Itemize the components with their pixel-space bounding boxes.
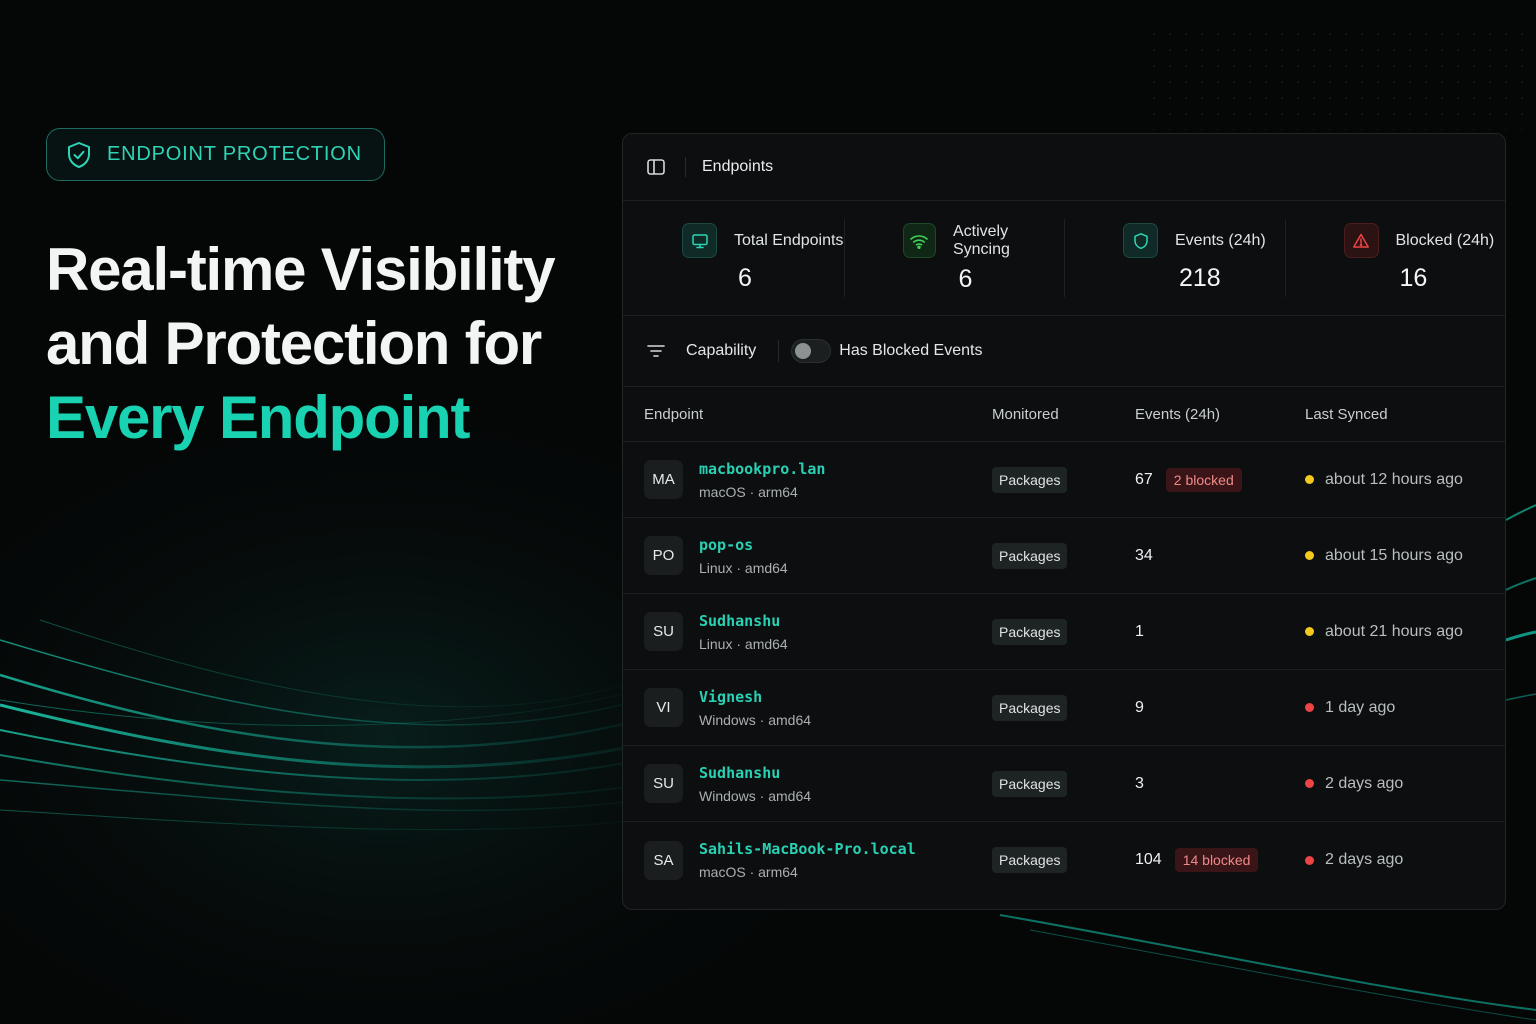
hero-section: ENDPOINT PROTECTION Real-time Visibility… [46,128,606,455]
blocked-badge: 14 blocked [1174,848,1259,872]
headline-line-3: Every Endpoint [46,384,470,451]
endpoints-panel: Endpoints Total Endpoints 6 Actively Syn… [622,133,1506,910]
sidebar-toggle-icon[interactable] [646,157,666,177]
has-blocked-events-label[interactable]: Has Blocked Events [839,342,982,360]
endpoint-platform: Windows · amd64 [699,787,812,804]
monitored-badge: Packages [992,770,1068,797]
stat-total-endpoints: Total Endpoints 6 [623,201,844,315]
status-dot [1305,703,1314,712]
status-dot [1305,475,1314,484]
last-synced-text: 2 days ago [1325,774,1404,792]
endpoint-protection-badge: ENDPOINT PROTECTION [46,128,385,181]
avatar: SU [644,764,683,803]
shield-icon [1123,223,1158,258]
headline-line-1: Real-time Visibility [46,236,556,303]
stat-label: Blocked (24h) [1395,231,1495,249]
table-row[interactable]: SA Sahils-MacBook-Pro.local macOS · arm6… [623,822,1505,898]
events-count: 9 [1135,698,1144,716]
badge-label: ENDPOINT PROTECTION [107,143,362,165]
monitored-badge: Packages [992,694,1068,721]
stats-bar: Total Endpoints 6 Actively Syncing 6 Eve… [623,201,1505,316]
endpoint-platform: Linux · amd64 [699,635,788,652]
events-count: 3 [1135,774,1144,792]
blocked-badge: 2 blocked [1165,467,1242,492]
column-header-last-synced[interactable]: Last Synced [1305,406,1505,423]
stat-value: 16 [1399,264,1428,292]
last-synced-text: about 21 hours ago [1325,622,1463,640]
endpoint-name-link[interactable]: Vignesh [699,688,811,706]
last-synced-text: 2 days ago [1325,851,1404,868]
table-row[interactable]: VI Vignesh Windows · amd64 Packages 9 1 … [623,670,1505,746]
avatar: PO [644,536,683,575]
endpoint-platform: Windows · amd64 [699,711,812,728]
stat-label: Actively Syncing [952,222,1010,258]
endpoint-name-link[interactable]: Sudhanshu [699,612,788,630]
header-divider [685,157,686,177]
endpoint-platform: macOS · arm64 [699,864,798,880]
shield-check-icon [65,141,93,169]
avatar: SA [644,840,683,880]
table-header: Endpoint Monitored Events (24h) Last Syn… [623,387,1505,442]
events-count: 1 [1135,622,1144,640]
status-dot [1305,779,1314,788]
table-row[interactable]: SU Sudhanshu Windows · amd64 Packages 3 … [623,746,1505,822]
monitor-icon [682,223,717,258]
stat-label: Total Endpoints [734,231,844,249]
wifi-icon [902,223,936,258]
endpoint-name-link[interactable]: macbookpro.lan [699,460,825,478]
endpoints-table-body: MA macbookpro.lan macOS · arm64 Packages… [623,442,1505,898]
table-row[interactable]: SU Sudhanshu Linux · amd64 Packages 1 ab… [623,594,1505,670]
has-blocked-events-toggle[interactable] [791,339,832,363]
filter-bar: Capability Has Blocked Events [623,316,1505,387]
events-count: 34 [1135,546,1153,564]
headline-line-2: and Protection for [46,310,542,377]
filter-divider [778,340,780,362]
last-synced-text: about 12 hours ago [1325,470,1463,488]
toggle-knob [795,343,812,359]
column-header-endpoint[interactable]: Endpoint [623,406,992,423]
alert-triangle-icon [1343,223,1379,258]
stat-value: 6 [738,264,752,292]
stat-label: Events (24h) [1175,231,1266,249]
avatar: MA [644,460,683,499]
endpoint-platform: macOS · arm64 [699,483,798,500]
monitored-badge: Packages [992,466,1068,493]
status-dot [1305,551,1314,560]
monitored-badge: Packages [992,618,1068,645]
events-count: 67 [1135,470,1153,488]
endpoint-name-link[interactable]: pop-os [699,536,788,554]
status-dot [1305,855,1314,865]
last-synced-text: 1 day ago [1325,698,1396,716]
avatar: SU [644,612,683,651]
last-synced-text: about 15 hours ago [1325,546,1463,564]
filter-icon[interactable] [646,341,666,361]
table-row[interactable]: MA macbookpro.lan macOS · arm64 Packages… [623,442,1505,518]
events-count: 104 [1135,851,1162,868]
stat-value: 6 [958,264,973,293]
endpoint-name-link[interactable]: Sudhanshu [699,764,811,782]
status-dot [1305,627,1314,636]
stat-blocked-24h: Blocked (24h) 16 [1284,201,1506,315]
table-row[interactable]: PO pop-os Linux · amd64 Packages 34 abou… [623,518,1505,594]
endpoint-platform: Linux · amd64 [699,559,788,576]
column-header-events[interactable]: Events (24h) [1135,406,1305,423]
stat-actively-syncing: Actively Syncing 6 [843,201,1065,315]
monitored-badge: Packages [992,847,1068,873]
stat-value: 218 [1179,264,1221,292]
stat-events-24h: Events (24h) 218 [1064,201,1285,315]
endpoint-name-link[interactable]: Sahils-MacBook-Pro.local [699,840,916,858]
panel-header: Endpoints [623,134,1505,201]
column-header-monitored[interactable]: Monitored [992,406,1135,423]
avatar: VI [644,688,683,727]
monitored-badge: Packages [992,542,1068,569]
hero-headline: Real-time Visibility and Protection for … [46,233,606,455]
capability-filter[interactable]: Capability [686,342,756,360]
page-title: Endpoints [702,158,774,175]
